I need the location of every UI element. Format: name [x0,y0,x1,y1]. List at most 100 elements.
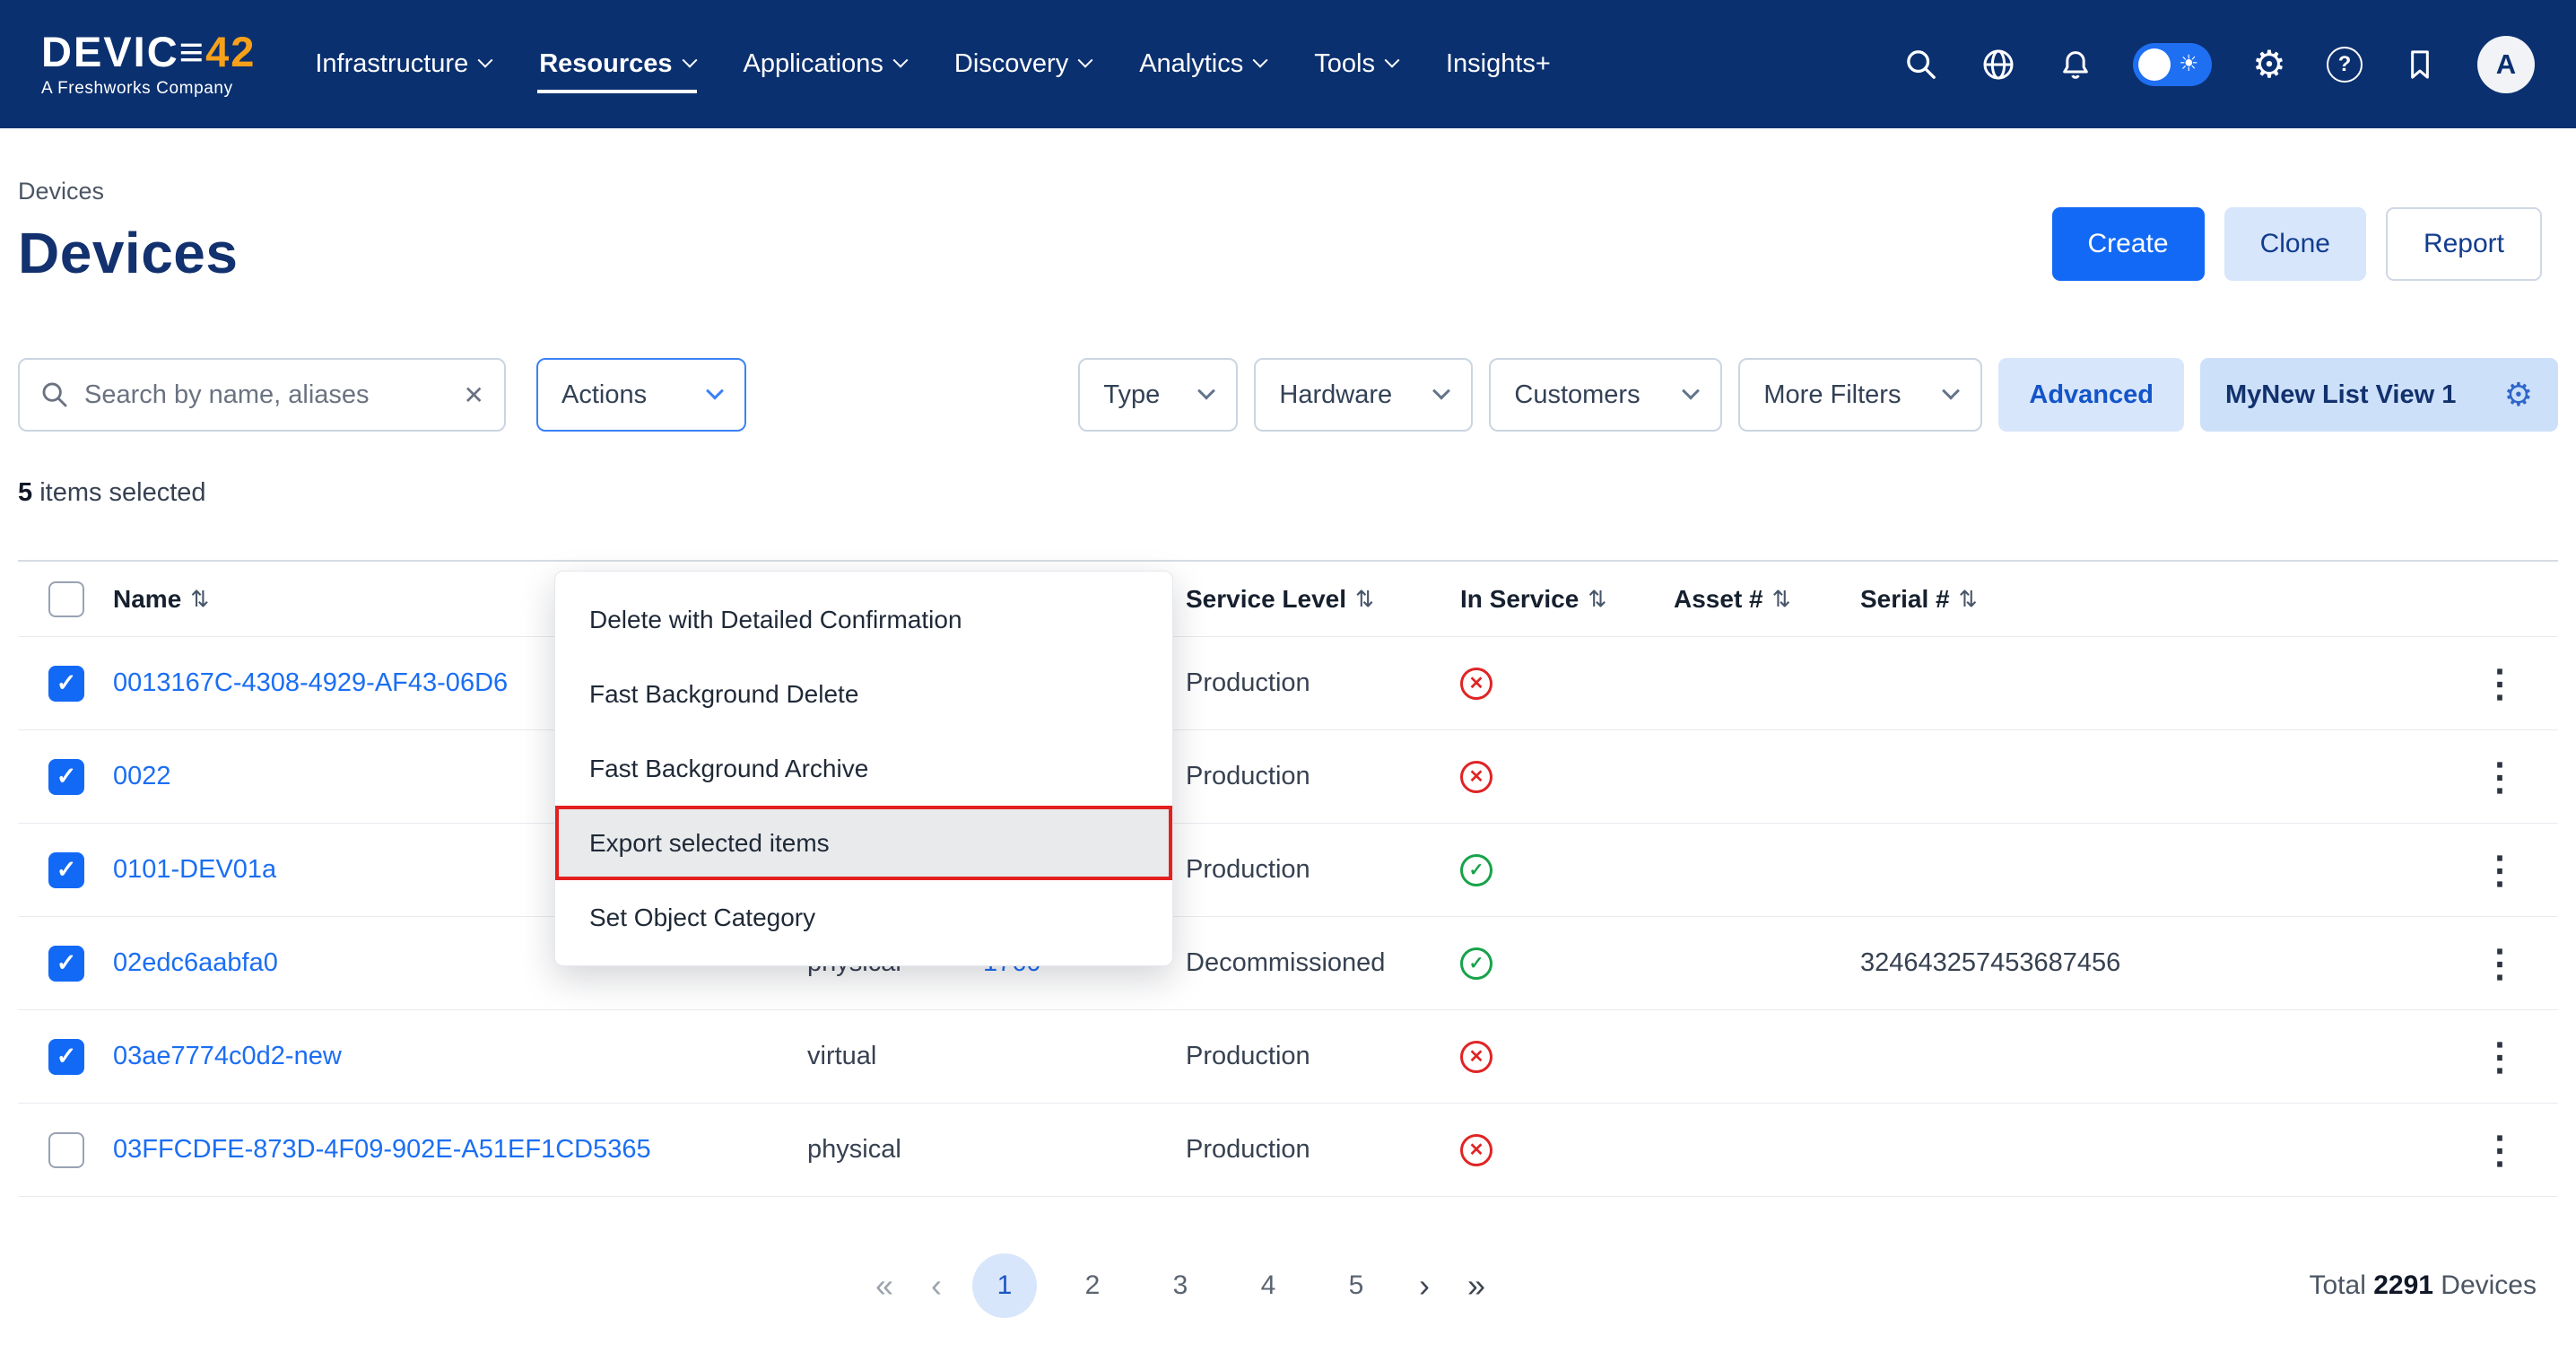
table-row: 02edc6aabfa0 physical 1760 Decommissione… [18,917,2558,1010]
row-actions-kebab[interactable]: ⋮ [2481,758,2519,796]
table-row: 0013167C-4308-4929-AF43-06D6 Production … [18,637,2558,730]
toggle-knob [2138,48,2171,81]
row-actions-kebab[interactable]: ⋮ [2481,1131,2519,1169]
clone-button[interactable]: Clone [2224,207,2366,281]
user-avatar[interactable]: A [2477,36,2535,93]
more-filters-dropdown[interactable]: More Filters [1738,358,1982,432]
row-checkbox[interactable] [48,1132,84,1168]
chevron-down-icon [1078,52,1093,67]
service-level: Production [1186,762,1455,791]
chevron-down-icon [682,52,697,67]
nav-item-applications[interactable]: Applications [742,35,908,93]
menu-item-export-selected[interactable]: Export selected items [555,806,1172,880]
list-view-gear-icon[interactable]: ⚙ [2504,379,2533,411]
devices-table: Name⇅ Service Level⇅ In Service⇅ Asset #… [18,560,2558,1197]
page-button-4[interactable]: 4 [1236,1253,1301,1318]
page-header-left: Devices Devices [18,177,238,286]
clear-search-icon[interactable]: ✕ [464,380,484,410]
page-content: Devices Devices Create Clone Report ✕ Ac… [0,177,2576,1322]
row-checkbox[interactable] [48,946,84,982]
chevron-down-icon [1942,382,1960,400]
sort-icon[interactable]: ⇅ [1355,586,1374,613]
row-checkbox[interactable] [48,852,84,888]
prev-page-button[interactable]: ‹ [924,1267,949,1305]
select-all-checkbox[interactable] [48,581,84,617]
service-level: Production [1186,668,1455,698]
chevron-down-icon [706,382,724,400]
device-name-link[interactable]: 03FFCDFE-873D-4F09-902E-A51EF1CD5365 [113,1135,651,1165]
page-button-1[interactable]: 1 [972,1253,1037,1318]
row-actions-kebab[interactable]: ⋮ [2481,665,2519,703]
globe-icon[interactable] [1979,45,2018,84]
sort-icon[interactable]: ⇅ [1959,586,1978,613]
list-view-selector[interactable]: MyNew List View 1 ⚙ [2200,358,2558,432]
nav-item-insights[interactable]: Insights+ [1444,35,1553,93]
serial-number: 324643257453687456 [1860,948,2345,978]
device-name-link[interactable]: 0101-DEV01a [113,855,276,885]
notifications-bell-icon[interactable] [2056,45,2095,84]
service-level: Production [1186,1135,1455,1165]
sort-icon[interactable]: ⇅ [1588,586,1606,613]
device-name-link[interactable]: 03ae7774c0d2-new [113,1042,342,1071]
device-type: virtual [807,1042,983,1071]
search-input[interactable] [84,380,449,410]
row-checkbox[interactable] [48,759,84,795]
nav-item-resources[interactable]: Resources [537,35,696,93]
settings-gear-icon[interactable]: ⚙ [2250,45,2289,84]
customers-filter-dropdown[interactable]: Customers [1489,358,1722,432]
help-icon[interactable]: ? [2327,47,2363,83]
row-checkbox[interactable] [48,666,84,702]
page-button-5[interactable]: 5 [1324,1253,1388,1318]
row-actions-kebab[interactable]: ⋮ [2481,851,2519,889]
report-button[interactable]: Report [2386,207,2542,281]
row-checkbox[interactable] [48,1039,84,1075]
theme-toggle[interactable]: ☀ [2133,43,2212,86]
device-name-link[interactable]: 02edc6aabfa0 [113,948,278,978]
last-page-button[interactable]: » [1460,1267,1493,1305]
page-header: Devices Devices Create Clone Report [18,177,2558,286]
nav-item-tools[interactable]: Tools [1312,35,1399,93]
logo-tagline: A Freshworks Company [41,79,256,99]
page-button-3[interactable]: 3 [1148,1253,1213,1318]
column-header-asset[interactable]: Asset #⇅ [1674,585,1860,614]
first-page-button[interactable]: « [868,1267,901,1305]
bookmark-icon[interactable] [2400,45,2440,84]
search-icon [39,380,70,410]
menu-item-fast-background-delete[interactable]: Fast Background Delete [555,657,1172,731]
sort-icon[interactable]: ⇅ [1772,586,1791,613]
device-name-link[interactable]: 0022 [113,762,171,791]
page-header-actions: Create Clone Report [2052,207,2542,281]
device42-logo[interactable]: DEVIC≡42 A Freshworks Company [41,31,256,99]
pager: « ‹ 1 2 3 4 5 › » [868,1253,1493,1318]
nav-item-infrastructure[interactable]: Infrastructure [313,35,492,93]
type-filter-dropdown[interactable]: Type [1078,358,1238,432]
sort-icon[interactable]: ⇅ [190,586,209,613]
menu-item-set-object-category[interactable]: Set Object Category [555,880,1172,955]
advanced-button[interactable]: Advanced [1998,358,2184,432]
nav-item-discovery[interactable]: Discovery [953,35,1092,93]
in-service-status-icon [1460,761,1493,793]
search-icon[interactable] [1902,45,1941,84]
device-type: physical [807,1135,983,1165]
menu-item-delete-detailed[interactable]: Delete with Detailed Confirmation [555,582,1172,657]
chevron-down-icon [1432,382,1450,400]
nav-item-analytics[interactable]: Analytics [1137,35,1267,93]
hardware-filter-dropdown[interactable]: Hardware [1254,358,1473,432]
chevron-down-icon [1384,52,1399,67]
search-box: ✕ [18,358,506,432]
actions-dropdown[interactable]: Actions [536,358,746,432]
row-actions-kebab[interactable]: ⋮ [2481,945,2519,982]
table-row: 0101-DEV01a physical Production ⋮ [18,824,2558,917]
column-header-serial[interactable]: Serial #⇅ [1860,585,2345,614]
in-service-status-icon [1460,668,1493,700]
column-header-in-service[interactable]: In Service⇅ [1455,585,1674,614]
breadcrumb[interactable]: Devices [18,177,238,205]
create-button[interactable]: Create [2052,207,2205,281]
row-actions-kebab[interactable]: ⋮ [2481,1038,2519,1076]
main-nav: Infrastructure Resources Applications Di… [313,35,1552,93]
page-button-2[interactable]: 2 [1060,1253,1125,1318]
device-name-link[interactable]: 0013167C-4308-4929-AF43-06D6 [113,668,508,698]
column-header-service-level[interactable]: Service Level⇅ [1186,585,1455,614]
next-page-button[interactable]: › [1412,1267,1437,1305]
menu-item-fast-background-archive[interactable]: Fast Background Archive [555,731,1172,806]
